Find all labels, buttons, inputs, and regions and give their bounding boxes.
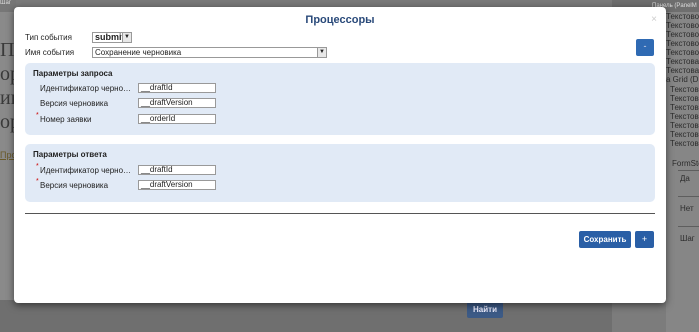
request-params-title: Параметры запроса [33, 69, 113, 78]
background-tree-item: Текстово [670, 94, 699, 103]
background-tree-item: Текстовое п [666, 30, 699, 39]
event-type-value: submit [95, 32, 125, 42]
required-marker: * [36, 178, 39, 185]
request-draft-id-input[interactable]: __draftId [138, 83, 216, 93]
background-tree-item: Текстово [670, 103, 699, 112]
background-tree-item: Текстово [670, 112, 699, 121]
request-draft-version-label: Версия черновика [40, 99, 109, 108]
background-grid-line [678, 226, 699, 227]
event-name-select[interactable]: Сохранение черновика ▼ [92, 47, 327, 58]
event-type-select[interactable]: submit ▼ [92, 32, 132, 43]
response-params-panel: Параметры ответа * Идентификатор черно… … [25, 144, 655, 202]
add-processor-button[interactable]: + [635, 231, 654, 248]
response-draft-version-input[interactable]: __draftVersion [138, 180, 216, 190]
background-tree-item: Текстово [670, 121, 699, 130]
event-name-label: Имя события [25, 48, 75, 57]
background-grid-line [678, 196, 699, 197]
event-type-label: Тип события [25, 33, 72, 42]
background-column-header: FormSte [672, 159, 699, 168]
background-tree-item: Текстовая м [666, 66, 699, 75]
background-find-button: Найти [467, 302, 503, 318]
background-grid-line [678, 170, 699, 171]
remove-processor-button[interactable]: - [636, 39, 654, 56]
close-icon[interactable]: × [651, 14, 657, 25]
background-left-pane: Шаг Пр ор ин ор Про [0, 0, 24, 332]
event-name-value: Сохранение черновика [95, 48, 182, 57]
background-tree-item: Текстовая м [666, 57, 699, 66]
response-draft-id-input[interactable]: __draftId [138, 165, 216, 175]
background-tree-item: Текстово [670, 130, 699, 139]
required-marker: * [36, 112, 39, 119]
response-params-title: Параметры ответа [33, 150, 107, 159]
request-order-id-label: Номер заявки [40, 115, 92, 124]
response-draft-version-label: Версия черновика [40, 181, 109, 190]
chevron-down-icon: ▼ [317, 48, 326, 57]
background-cell: Да [680, 174, 690, 183]
background-footer [0, 300, 612, 332]
background-cell: Шаг [680, 234, 695, 243]
required-marker: * [36, 163, 39, 170]
request-order-id-input[interactable]: __orderId [138, 114, 216, 124]
response-draft-id-label: Идентификатор черно… [40, 166, 132, 175]
request-params-panel: Параметры запроса Идентификатор черно… _… [25, 63, 655, 135]
background-tree-item: Текстово [670, 139, 699, 148]
request-draft-version-input[interactable]: __draftVersion [138, 98, 216, 108]
processors-dialog: Процессоры × Тип события submit ▼ Имя со… [14, 7, 666, 303]
divider [25, 213, 655, 214]
background-tree-item: Текстовое п [666, 39, 699, 48]
background-tree-item: Текстовое п [666, 21, 699, 30]
background-tree-item: Текстовое п [666, 12, 699, 21]
background-tree-item: Текстовое п [666, 48, 699, 57]
background-tree-item: a Grid (D [666, 75, 699, 84]
save-button[interactable]: Сохранить [579, 231, 631, 248]
request-draft-id-label: Идентификатор черно… [40, 84, 132, 93]
background-cell: Нет [680, 204, 694, 213]
chevron-down-icon: ▼ [122, 33, 131, 42]
background-tree-item: Текстово [670, 85, 699, 94]
dialog-title: Процессоры [305, 14, 375, 26]
